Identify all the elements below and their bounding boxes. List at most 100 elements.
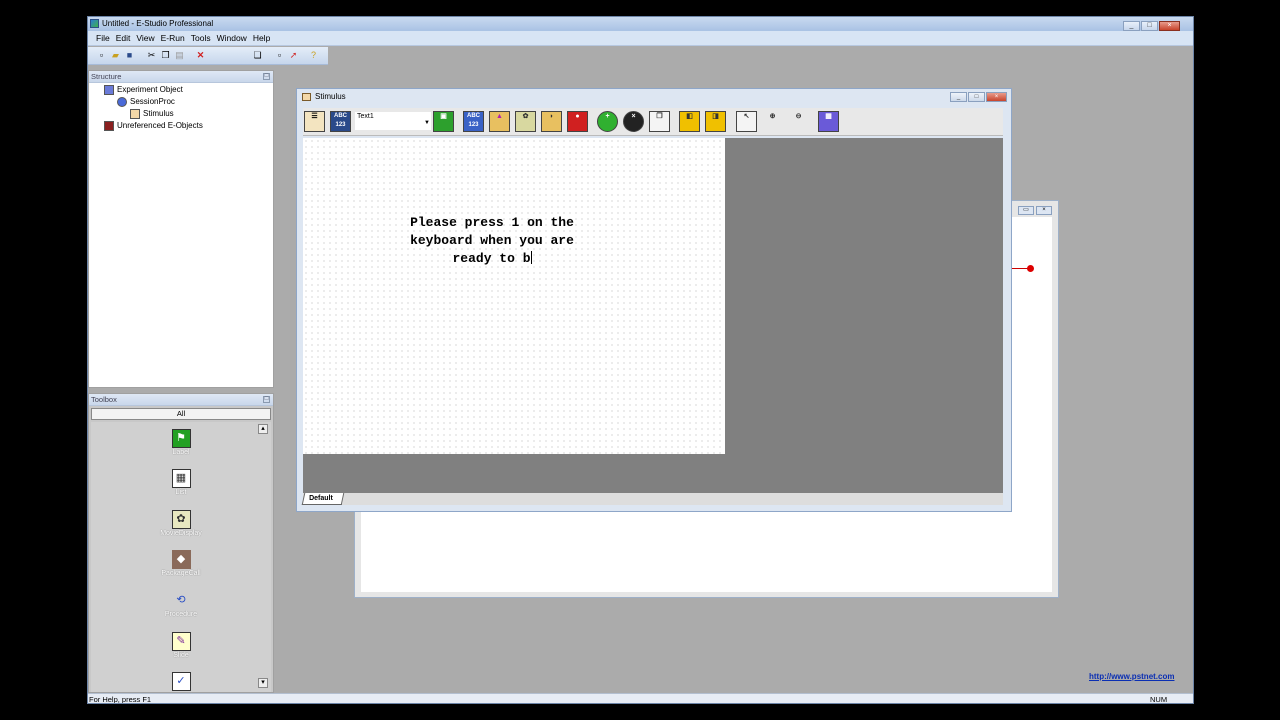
tree-label: Unreferenced E-Objects bbox=[117, 121, 203, 131]
e-studio-window: Untitled - E-Studio Professional _ □ × Fil… bbox=[87, 16, 1194, 704]
procedure-icon: ⟲ bbox=[171, 591, 191, 610]
menu-tools[interactable]: Tools bbox=[188, 31, 214, 46]
pointer-icon[interactable]: ↖ bbox=[736, 111, 757, 132]
new-object-icon[interactable]: ▫ bbox=[274, 50, 285, 61]
toolbox-filter[interactable]: All bbox=[91, 408, 271, 420]
record-tool-icon[interactable]: ● bbox=[567, 111, 588, 132]
run-icon[interactable]: ➚ bbox=[288, 50, 299, 61]
text-cursor bbox=[530, 251, 532, 264]
tree-item-sessionproc[interactable]: SessionProc bbox=[117, 97, 175, 107]
image-tool-icon[interactable]: ▲ bbox=[489, 111, 510, 132]
tree-item-experiment-object[interactable]: Experiment Object bbox=[104, 85, 183, 95]
properties-icon[interactable]: ☰ bbox=[304, 111, 325, 132]
menu-edit[interactable]: Edit bbox=[113, 31, 134, 46]
slide-icon: ✎ bbox=[171, 632, 191, 651]
stimulus-toolbar: ☰ ABC 123 Text1 ▼ ▣ ABC 123 ▲ ✿ ◗ ● + × ❐ ◧… bbox=[303, 108, 1003, 136]
minimize-button[interactable]: _ bbox=[1123, 21, 1140, 31]
object-selector-value: Text1 bbox=[357, 113, 374, 120]
stimulus-text: Please press 1 on the keyboard when you … bbox=[410, 215, 574, 266]
tool-label-text: List bbox=[175, 489, 187, 496]
tool-label-text: MovieDisplay bbox=[160, 530, 202, 537]
sound-tool-icon[interactable]: ◗ bbox=[541, 111, 562, 132]
timeline-end-marker[interactable] bbox=[1027, 265, 1034, 272]
tool-checklist[interactable]: ✓ bbox=[159, 672, 203, 691]
delete-icon[interactable]: ✕ bbox=[195, 50, 206, 61]
tool-list[interactable]: ▦ List bbox=[159, 469, 203, 496]
tool-slide[interactable]: ✎ Slide bbox=[159, 632, 203, 659]
save-icon[interactable]: ■ bbox=[124, 50, 135, 61]
object-selector[interactable]: Text1 ▼ bbox=[355, 112, 431, 130]
zoom-in-icon[interactable]: ⊕ bbox=[762, 111, 783, 132]
restore-button[interactable]: ▭ bbox=[1018, 206, 1034, 215]
pstnet-link[interactable]: http://www.pstnet.com bbox=[1089, 672, 1174, 681]
new-object-icon[interactable]: ▣ bbox=[433, 111, 454, 132]
stimulus-title: Stimulus bbox=[315, 92, 346, 101]
tool-label[interactable]: ⚑ Label bbox=[159, 429, 203, 456]
properties-icon[interactable]: ❏ bbox=[252, 50, 263, 61]
cut-icon[interactable]: ✂ bbox=[146, 50, 157, 61]
slide-canvas[interactable]: Please press 1 on the keyboard when you … bbox=[303, 138, 725, 454]
help-icon[interactable]: ? bbox=[308, 50, 319, 61]
text-tool-icon[interactable]: ABC 123 bbox=[463, 111, 484, 132]
tree-label: SessionProc bbox=[130, 97, 175, 107]
tab-default-label: Default bbox=[309, 495, 333, 502]
close-button[interactable]: × bbox=[1036, 206, 1052, 215]
toolbox-header: Toolbox □ bbox=[89, 394, 273, 406]
window-controls: _ □ × bbox=[949, 91, 1007, 102]
menu-erun[interactable]: E-Run bbox=[158, 31, 188, 46]
tool-label-text: Procedure bbox=[164, 611, 198, 618]
remove-icon[interactable]: × bbox=[623, 111, 644, 132]
status-help-text: For Help, press F1 bbox=[89, 695, 152, 704]
structure-panel: Structure □ Experiment Object SessionProc… bbox=[88, 70, 274, 388]
tool-label-text: Slide bbox=[173, 652, 189, 659]
text-object-icon[interactable]: ABC 123 bbox=[330, 111, 351, 132]
tool-procedure[interactable]: ⟲ Procedure bbox=[159, 591, 203, 618]
send-back-icon[interactable]: ◨ bbox=[705, 111, 726, 132]
pin-icon[interactable]: □ bbox=[263, 396, 270, 403]
scroll-up-button[interactable]: ▴ bbox=[258, 424, 268, 434]
menu-file[interactable]: File bbox=[93, 31, 113, 46]
tool-label-text: PackageCall bbox=[161, 570, 201, 577]
menu-view[interactable]: View bbox=[133, 31, 157, 46]
tree-item-stimulus[interactable]: Stimulus bbox=[130, 109, 174, 119]
bring-front-icon[interactable]: ◧ bbox=[679, 111, 700, 132]
timeline-line bbox=[1010, 268, 1028, 269]
tool-moviedisplay[interactable]: ✿ MovieDisplay bbox=[159, 510, 203, 537]
main-toolbar: ▫ ▰ ■ ✂ ❐ ▤ ✕ ❏ ▫ ➚ ? bbox=[88, 47, 328, 65]
new-icon[interactable]: ▫ bbox=[96, 50, 107, 61]
scroll-down-button[interactable]: ▾ bbox=[258, 678, 268, 688]
zoom-out-icon[interactable]: ⊖ bbox=[788, 111, 809, 132]
num-lock-indicator: NUM bbox=[1150, 695, 1168, 704]
copy-icon[interactable]: ❐ bbox=[160, 50, 171, 61]
tree-label: Stimulus bbox=[143, 109, 174, 119]
close-button[interactable]: × bbox=[986, 92, 1007, 102]
paste-icon[interactable]: ▤ bbox=[174, 50, 185, 61]
unreferenced-icon bbox=[104, 121, 114, 131]
tab-default[interactable]: Default bbox=[301, 493, 345, 505]
maximize-button[interactable]: □ bbox=[968, 92, 985, 102]
status-bar: For Help, press F1 NUM bbox=[88, 693, 1193, 704]
menu-help[interactable]: Help bbox=[250, 31, 273, 46]
add-icon[interactable]: + bbox=[597, 111, 618, 132]
toolbox-title: Toolbox bbox=[91, 395, 117, 404]
stimulus-text-object[interactable]: Please press 1 on the keyboard when you … bbox=[387, 214, 597, 268]
title-bar: Untitled - E-Studio Professional _ □ × bbox=[88, 17, 1193, 31]
movie-tool-icon[interactable]: ✿ bbox=[515, 111, 536, 132]
window-controls: ▭ × bbox=[1016, 204, 1052, 215]
tool-packagecall[interactable]: ◆ PackageCall bbox=[159, 550, 203, 577]
maximize-button[interactable]: □ bbox=[1141, 21, 1158, 31]
textdisplay-icon bbox=[130, 109, 140, 119]
duplicate-icon[interactable]: ❐ bbox=[649, 111, 670, 132]
structure-title: Structure bbox=[91, 72, 122, 81]
tool-label-text: Label bbox=[172, 449, 190, 456]
grid-icon[interactable]: ▦ bbox=[818, 111, 839, 132]
film-icon: ✿ bbox=[171, 510, 191, 529]
close-button[interactable]: × bbox=[1159, 21, 1180, 31]
menu-window[interactable]: Window bbox=[214, 31, 250, 46]
check-icon: ✓ bbox=[171, 672, 191, 691]
tree-item-unreferenced[interactable]: Unreferenced E-Objects bbox=[104, 121, 203, 131]
open-icon[interactable]: ▰ bbox=[110, 50, 121, 61]
minimize-button[interactable]: _ bbox=[950, 92, 967, 102]
pin-icon[interactable]: □ bbox=[263, 73, 270, 80]
experiment-icon bbox=[104, 85, 114, 95]
